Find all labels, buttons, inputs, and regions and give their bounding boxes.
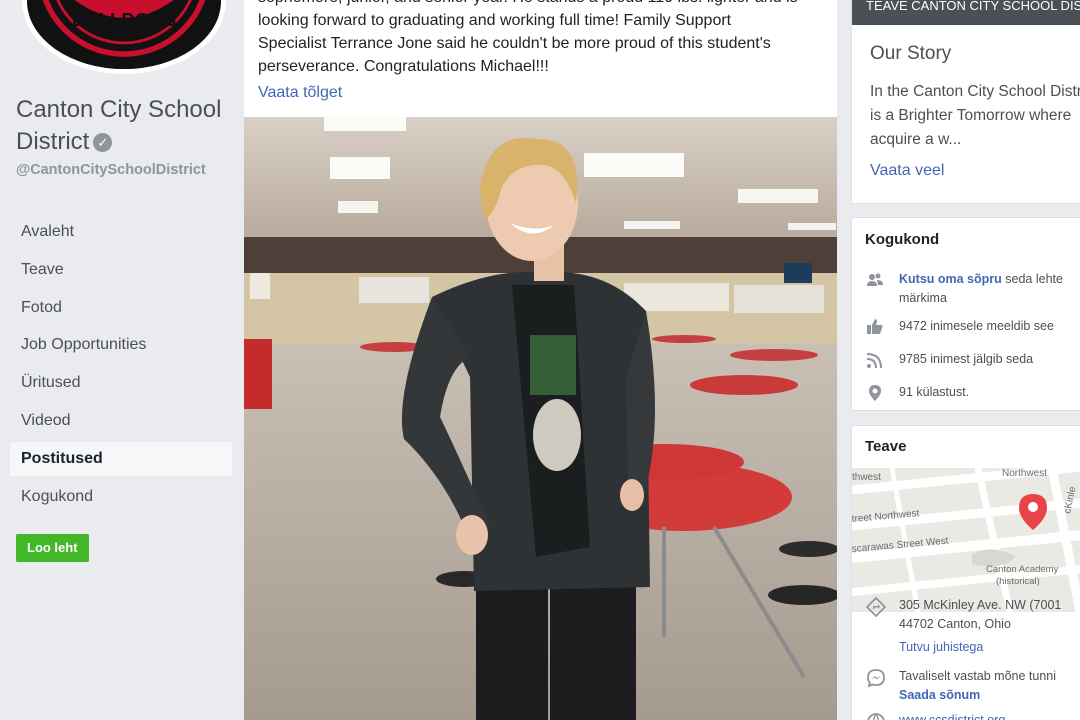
address-line: 305 McKinley Ave. NW (7001 <box>899 598 1062 612</box>
likes-count: 9472 inimesele meeldib see <box>899 319 1054 333</box>
left-sidebar: BULLDOGS Canton City School District ✓ @C… <box>0 0 244 720</box>
story-line: In the Canton City School District <box>870 83 1080 100</box>
map-label: Canton Academy <box>986 564 1059 575</box>
story-title: Our Story <box>870 43 952 64</box>
page-name[interactable]: Canton City School District ✓ <box>16 94 238 158</box>
visits-count[interactable]: 91 külastust. <box>899 383 969 402</box>
sidebar-nav: Avaleht Teave Fotod Job Opportunities Ür… <box>10 215 232 517</box>
send-message-link[interactable]: Saada sõnum <box>899 686 1056 705</box>
see-translation-link[interactable]: Vaata tõlget <box>258 84 342 102</box>
info-title[interactable]: Teave <box>865 438 906 455</box>
sidebar-item-photos[interactable]: Fotod <box>10 291 232 325</box>
community-title[interactable]: Kogukond <box>865 231 939 248</box>
invite-friends-icon <box>867 273 883 286</box>
story-line: is a Brighter Tomorrow where <box>870 107 1072 124</box>
page-handle[interactable]: @CantonCitySchoolDistrict <box>16 161 232 179</box>
invite-rest: seda lehte <box>1001 272 1063 286</box>
response-time: Tavaliselt vastab mõne tunni <box>899 669 1057 683</box>
map-label: Northwest <box>1002 468 1047 479</box>
location-map[interactable]: Northwest thwest treet Northwest scarawa… <box>852 468 1080 612</box>
cafeteria-photo-graphic <box>244 117 837 720</box>
about-card: TEAVE CANTON CITY SCHOOL DISTRICT Our St… <box>851 0 1080 204</box>
post-text: sophomore, junior, and senior year. He s… <box>258 0 828 78</box>
about-banner[interactable]: TEAVE CANTON CITY SCHOOL DISTRICT <box>852 0 1080 25</box>
bulldogs-logo-graphic: BULLDOGS <box>28 0 220 69</box>
follows-count: 9785 inimest jälgib seda <box>899 352 1034 366</box>
messenger-icon <box>867 669 885 688</box>
directions-link[interactable]: Tutvu juhistega <box>899 638 1061 657</box>
location-pin-icon <box>869 385 881 401</box>
post-text-line: perseverance. Congratulations Michael!!! <box>258 58 549 75</box>
directions-icon <box>866 597 886 617</box>
post-text-line: sophomore, junior, and senior year. He s… <box>258 0 828 9</box>
sidebar-item-videos[interactable]: Videod <box>10 404 232 438</box>
thumbs-up-icon <box>867 319 883 334</box>
website-link[interactable]: www.ccsdistrict.org <box>899 711 1005 720</box>
sidebar-item-posts[interactable]: Postitused <box>10 441 232 476</box>
invite-friends-link[interactable]: Kutsu oma sõpru <box>899 272 1002 286</box>
community-card: Kogukond Kutsu oma sõpru seda lehte märki… <box>851 217 1080 411</box>
post-text-line: Specialist Terrance Jone said he couldn'… <box>258 35 771 52</box>
logo-text: BULLDOGS <box>72 9 177 30</box>
map-label: thwest <box>852 472 881 483</box>
sidebar-item-events[interactable]: Üritused <box>10 366 232 400</box>
invite-text: Kutsu oma sõpru seda lehte märkima <box>899 270 1063 308</box>
rss-follow-icon <box>866 353 882 369</box>
story-line: acquire a w... <box>870 131 962 148</box>
sidebar-item-community[interactable]: Kogukond <box>10 480 232 514</box>
invite-line2: märkima <box>899 291 947 305</box>
sidebar-item-about[interactable]: Teave <box>10 253 232 287</box>
create-page-button[interactable]: Loo leht <box>16 534 89 562</box>
globe-icon <box>867 713 885 720</box>
address-text: 305 McKinley Ave. NW (7001 44702 Canton,… <box>899 596 1061 657</box>
post-photo[interactable] <box>244 117 837 720</box>
info-card: Teave Northwest thwest treet Northwest s… <box>851 425 1080 720</box>
profile-logo[interactable]: BULLDOGS <box>22 0 226 74</box>
sidebar-item-home[interactable]: Avaleht <box>10 215 232 249</box>
messaging-text: Tavaliselt vastab mõne tunni Saada sõnum <box>899 667 1056 705</box>
page-name-text[interactable]: Canton City School District <box>16 96 221 155</box>
map-graphic: Northwest thwest treet Northwest scarawa… <box>852 468 1080 612</box>
feed-post: sophomore, junior, and senior year. He s… <box>244 0 837 720</box>
story-text: In the Canton City School District is a … <box>870 80 1080 152</box>
verified-badge-icon: ✓ <box>93 133 113 152</box>
sidebar-item-jobs[interactable]: Job Opportunities <box>10 328 232 362</box>
post-text-line: looking forward to graduating and workin… <box>258 12 732 29</box>
map-label: (historical) <box>996 576 1040 587</box>
see-more-link[interactable]: Vaata veel <box>870 162 944 180</box>
address-line: 44702 Canton, Ohio <box>899 617 1011 631</box>
